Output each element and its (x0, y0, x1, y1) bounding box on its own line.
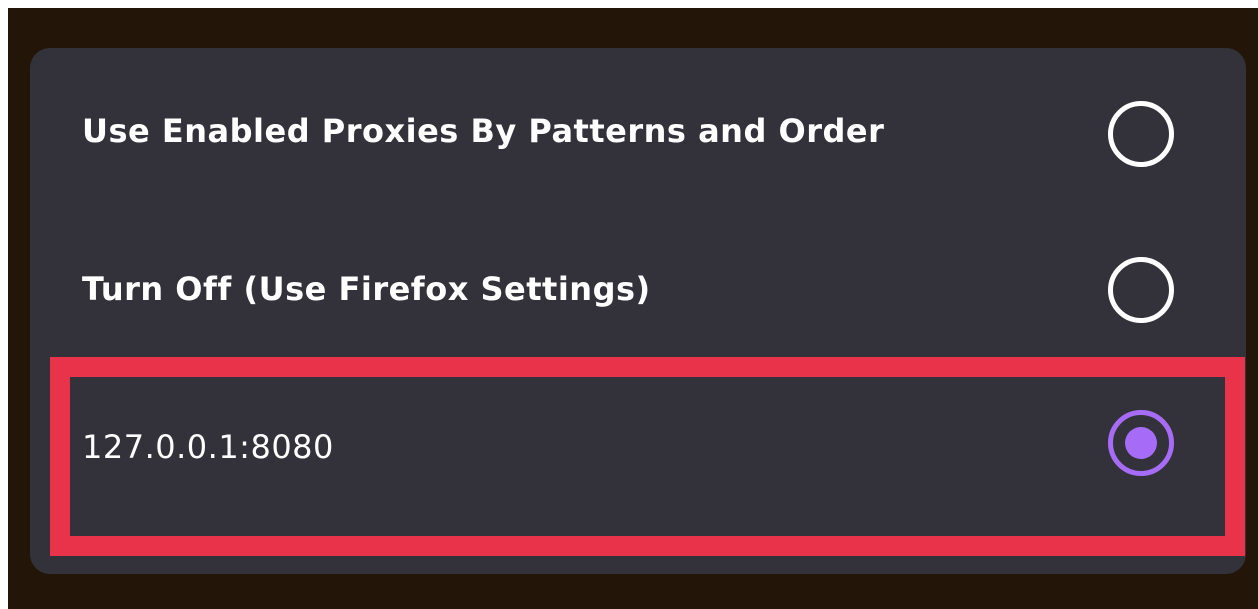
proxy-option-localhost[interactable]: 127.0.0.1:8080 (30, 410, 1246, 482)
proxy-option-label: Use Enabled Proxies By Patterns and Orde… (82, 112, 885, 150)
radio-checked-icon[interactable] (1108, 410, 1174, 476)
proxy-option-turn-off[interactable]: Turn Off (Use Firefox Settings) (30, 254, 1246, 326)
radio-dot-icon (1125, 427, 1157, 459)
proxy-option-label: Turn Off (Use Firefox Settings) (82, 270, 651, 308)
radio-unchecked-icon[interactable] (1108, 257, 1174, 323)
proxy-option-patterns[interactable]: Use Enabled Proxies By Patterns and Orde… (30, 98, 1246, 170)
radio-unchecked-icon[interactable] (1108, 101, 1174, 167)
proxy-option-label: 127.0.0.1:8080 (82, 428, 334, 466)
